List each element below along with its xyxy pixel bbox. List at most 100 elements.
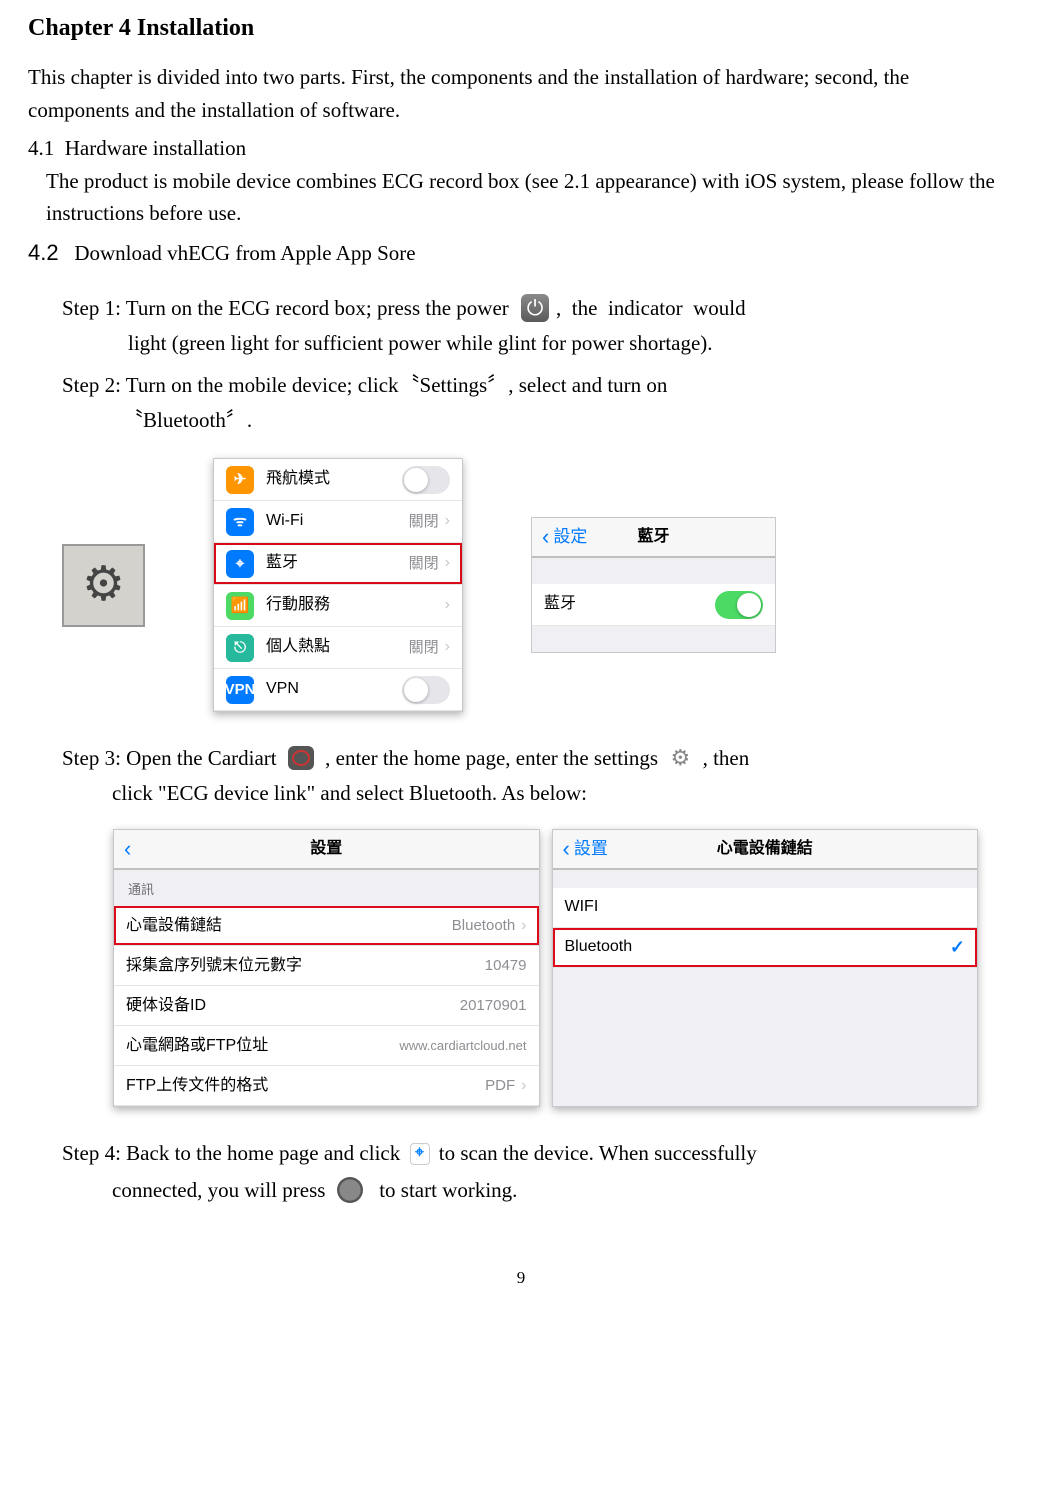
- app-settings-ftp-url-label: 心電網路或FTP位址: [126, 1034, 399, 1059]
- ios-settings-panel: ✈ 飛航模式 ᯤ Wi-Fi 關閉 ⌖ 藍牙 關閉 📶 行動服務 ⎋ 個人熱點 …: [213, 458, 463, 712]
- app-settings-ftp-fmt-label: FTP上传文件的格式: [126, 1074, 485, 1099]
- app-settings-ecg-link-value: Bluetooth: [452, 914, 515, 937]
- app-settings-ftp-fmt[interactable]: FTP上传文件的格式 PDF: [114, 1066, 539, 1106]
- bt-navbar: 設定 藍牙: [532, 518, 775, 558]
- settings-app-icon: ⚙: [62, 544, 145, 627]
- step-3-sub: click "ECG device link" and select Bluet…: [62, 777, 1014, 810]
- bt-toggle[interactable]: [715, 591, 763, 619]
- ios-settings-bluetooth[interactable]: ⌖ 藍牙 關閉: [214, 543, 462, 585]
- step-4-sub-b: to start working.: [369, 1174, 518, 1207]
- vpn-toggle[interactable]: [402, 676, 450, 704]
- check-icon: ✓: [950, 934, 965, 962]
- chevron-left-icon: [563, 832, 572, 866]
- app-settings-ftp-url-value: www.cardiartcloud.net: [399, 1036, 526, 1056]
- cardiart-app-icon: [288, 746, 314, 770]
- airplane-icon: ✈: [226, 466, 254, 494]
- app-settings-ftp-url[interactable]: 心電網路或FTP位址 www.cardiartcloud.net: [114, 1026, 539, 1066]
- ios-settings-bluetooth-value: 關閉: [409, 552, 439, 575]
- step-3-text-c: , then: [697, 742, 749, 775]
- ios-settings-vpn[interactable]: VPN VPN: [214, 669, 462, 711]
- step-1-sub: light (green light for sufficient power …: [62, 327, 1014, 360]
- app-settings-navbar: 設置: [114, 830, 539, 870]
- app-link-back-label: 設置: [574, 836, 608, 862]
- app-settings-section: 通訊: [114, 870, 539, 906]
- ios-settings-wifi-label: Wi-Fi: [266, 509, 409, 534]
- page-number: 9: [28, 1265, 1014, 1291]
- step-2-sub: 〝Bluetooth〞.: [62, 404, 1014, 437]
- cellular-icon: 📶: [226, 592, 254, 620]
- bt-title: 藍牙: [637, 525, 669, 550]
- app-settings-back[interactable]: [114, 832, 143, 866]
- power-icon: ⏻: [521, 294, 549, 322]
- step-4-text-a: Step 4: Back to the home page and click: [62, 1137, 406, 1170]
- app-link-bluetooth[interactable]: Bluetooth ✓: [553, 928, 978, 968]
- intro-text: This chapter is divided into two parts. …: [28, 61, 1014, 126]
- step-4-sub-a: connected, you will press: [112, 1174, 331, 1207]
- chevron-right-icon: [445, 509, 450, 534]
- step-3-text-a: Step 3: Open the Cardiart: [62, 742, 282, 775]
- wifi-icon: ᯤ: [226, 508, 254, 536]
- ios-settings-airplane[interactable]: ✈ 飛航模式: [214, 459, 462, 501]
- app-settings-hwid[interactable]: 硬体设备ID 20170901: [114, 986, 539, 1026]
- sec-41-body: The product is mobile device combines EC…: [28, 165, 1014, 230]
- app-settings-ecg-link[interactable]: 心電設備鏈結 Bluetooth: [114, 906, 539, 946]
- ios-settings-hotspot[interactable]: ⎋ 個人熱點 關閉: [214, 627, 462, 669]
- app-settings-hwid-value: 20170901: [460, 994, 527, 1017]
- step-3-screenshots: 設置 通訊 心電設備鏈結 Bluetooth 採集盒序列號末位元數字 10479…: [113, 829, 978, 1107]
- ios-settings-bluetooth-label: 藍牙: [266, 551, 409, 576]
- bt-toggle-row[interactable]: 藍牙: [532, 584, 775, 626]
- chevron-right-icon: [445, 551, 450, 576]
- bt-row-label: 藍牙: [544, 592, 715, 617]
- step-4-text-b: to scan the device. When successfully: [434, 1137, 757, 1170]
- section-4-1: 4.1 Hardware installation The product is…: [28, 132, 1014, 230]
- app-settings-panel: 設置 通訊 心電設備鏈結 Bluetooth 採集盒序列號末位元數字 10479…: [113, 829, 540, 1107]
- chapter-title: Chapter 4 Installation: [28, 10, 1014, 47]
- ios-settings-wifi-value: 關閉: [409, 510, 439, 533]
- app-settings-serial-value: 10479: [485, 954, 527, 977]
- chevron-right-icon: [521, 914, 526, 939]
- sec-42-title: Download vhECG from Apple App Sore: [74, 241, 415, 265]
- step-1: Step 1: Turn on the ECG record box; pres…: [62, 292, 1014, 325]
- gear-icon: ⚙: [667, 747, 693, 769]
- airplane-toggle[interactable]: [402, 466, 450, 494]
- chevron-right-icon: [521, 1074, 526, 1099]
- chevron-right-icon: [445, 635, 450, 660]
- step-3: Step 3: Open the Cardiart , enter the ho…: [62, 742, 1014, 775]
- bluetooth-icon: ⌖: [226, 550, 254, 578]
- ios-settings-hotspot-value: 關閉: [409, 636, 439, 659]
- bt-back-button[interactable]: 設定: [532, 520, 597, 554]
- vpn-icon: VPN: [226, 676, 254, 704]
- bt-back-label: 設定: [553, 524, 587, 550]
- step-3-text-b: , enter the home page, enter the setting…: [320, 742, 663, 775]
- step-2: Step 2: Turn on the mobile device; click…: [62, 369, 1014, 402]
- step-1-text-b: , the indicator would: [556, 292, 746, 325]
- section-4-2: 4.2 Download vhECG from Apple App Sore: [28, 236, 1014, 270]
- hotspot-icon: ⎋: [226, 634, 254, 662]
- app-settings-hwid-label: 硬体设备ID: [126, 994, 460, 1019]
- app-link-title: 心電設備鏈結: [717, 837, 813, 862]
- chevron-left-icon: [542, 520, 551, 554]
- step-2-text: Step 2: Turn on the mobile device; click…: [62, 369, 667, 402]
- app-link-back[interactable]: 設置: [553, 832, 618, 866]
- ios-settings-vpn-label: VPN: [266, 677, 402, 702]
- app-settings-serial[interactable]: 採集盒序列號末位元數字 10479: [114, 946, 539, 986]
- app-link-wifi-label: WIFI: [565, 895, 966, 920]
- ios-settings-cellular[interactable]: 📶 行動服務: [214, 585, 462, 627]
- sec-41-num: 4.1: [28, 136, 54, 160]
- app-settings-ftp-fmt-value: PDF: [485, 1074, 515, 1097]
- step-2-screenshots: ⚙ ✈ 飛航模式 ᯤ Wi-Fi 關閉 ⌖ 藍牙 關閉 📶 行動服務 ⎋ 個人熱…: [62, 458, 1014, 712]
- app-settings-title: 設置: [310, 837, 342, 862]
- sec-41-title: Hardware installation: [65, 136, 246, 160]
- app-settings-serial-label: 採集盒序列號末位元數字: [126, 954, 485, 979]
- app-link-panel: 設置 心電設備鏈結 WIFI Bluetooth ✓: [552, 829, 979, 1107]
- step-4: Step 4: Back to the home page and click …: [62, 1137, 1014, 1170]
- ios-settings-wifi[interactable]: ᯤ Wi-Fi 關閉: [214, 501, 462, 543]
- chevron-right-icon: [445, 593, 450, 618]
- app-link-bluetooth-label: Bluetooth: [565, 935, 950, 960]
- bluetooth-scan-icon: ⌖: [410, 1143, 430, 1165]
- app-link-wifi[interactable]: WIFI: [553, 888, 978, 928]
- app-settings-ecg-link-label: 心電設備鏈結: [126, 914, 452, 939]
- ios-settings-cellular-label: 行動服務: [266, 593, 445, 618]
- step-1-text-a: Step 1: Turn on the ECG record box; pres…: [62, 292, 514, 325]
- ios-settings-hotspot-label: 個人熱點: [266, 635, 409, 660]
